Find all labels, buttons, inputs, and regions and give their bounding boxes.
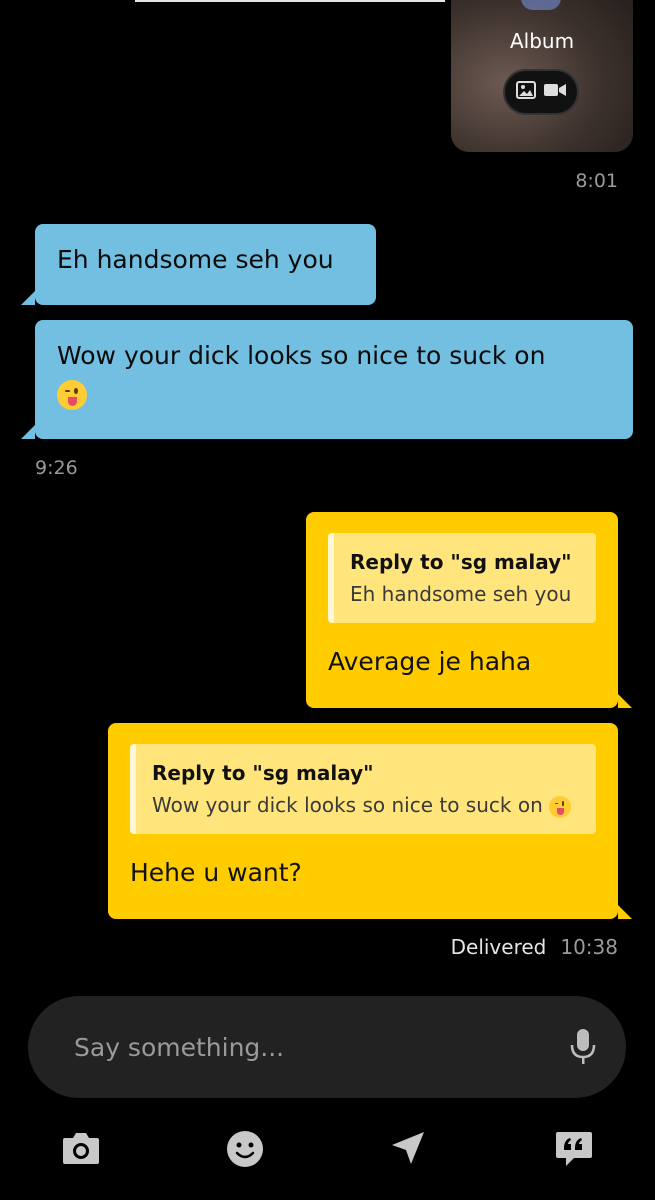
message-composer bbox=[28, 996, 626, 1098]
reply-quote-text-row: Wow your dick looks so nice to suck on bbox=[152, 788, 578, 822]
camera-icon[interactable] bbox=[61, 1130, 101, 1170]
outgoing-message[interactable]: Reply to "sg malay" Eh handsome seh you … bbox=[306, 512, 632, 708]
bubble-tail bbox=[618, 694, 632, 708]
incoming-timestamp: 9:26 bbox=[35, 457, 78, 479]
album-preview-detail bbox=[521, 0, 561, 10]
outgoing-message[interactable]: Reply to "sg malay" Wow your dick looks … bbox=[108, 723, 632, 919]
bubble-tail bbox=[21, 291, 35, 305]
reply-quote-text: Eh handsome seh you bbox=[350, 582, 572, 606]
location-icon[interactable] bbox=[390, 1130, 426, 1170]
reply-quote[interactable]: Reply to "sg malay" Wow your dick looks … bbox=[130, 744, 596, 834]
message-text: Average je haha bbox=[328, 647, 532, 676]
photo-icon bbox=[516, 81, 536, 103]
album-card[interactable]: Album bbox=[451, 0, 633, 152]
quick-replies-icon[interactable] bbox=[554, 1130, 594, 1172]
bubble-tail bbox=[21, 425, 35, 439]
microphone-icon[interactable] bbox=[570, 1027, 596, 1071]
reply-quote-title: Reply to "sg malay" bbox=[152, 761, 374, 785]
video-icon bbox=[544, 82, 566, 102]
album-timestamp: 8:01 bbox=[575, 170, 618, 192]
delivery-status: Delivered 10:38 bbox=[451, 935, 618, 959]
message-text: Eh handsome seh you bbox=[57, 245, 334, 274]
reply-quote-text: Wow your dick looks so nice to suck on bbox=[152, 793, 543, 817]
delivered-time: 10:38 bbox=[560, 935, 618, 959]
message-input[interactable] bbox=[72, 1026, 516, 1068]
winking-tongue-emoji-icon bbox=[549, 795, 572, 818]
bubble-tail bbox=[618, 905, 632, 919]
winking-tongue-emoji-icon bbox=[57, 380, 87, 410]
reply-quote-title: Reply to "sg malay" bbox=[350, 550, 572, 574]
album-media-pill[interactable] bbox=[503, 69, 579, 115]
album-top-edge bbox=[135, 0, 445, 2]
reply-quote[interactable]: Reply to "sg malay" Eh handsome seh you bbox=[328, 533, 596, 623]
incoming-message[interactable]: Wow your dick looks so nice to suck on bbox=[21, 320, 633, 439]
message-text: Wow your dick looks so nice to suck on bbox=[57, 341, 546, 370]
message-text: Hehe u want? bbox=[130, 858, 302, 887]
album-label: Album bbox=[509, 29, 575, 53]
delivered-label: Delivered bbox=[450, 935, 547, 959]
incoming-message[interactable]: Eh handsome seh you bbox=[21, 224, 376, 305]
emoji-icon[interactable] bbox=[226, 1130, 264, 1172]
